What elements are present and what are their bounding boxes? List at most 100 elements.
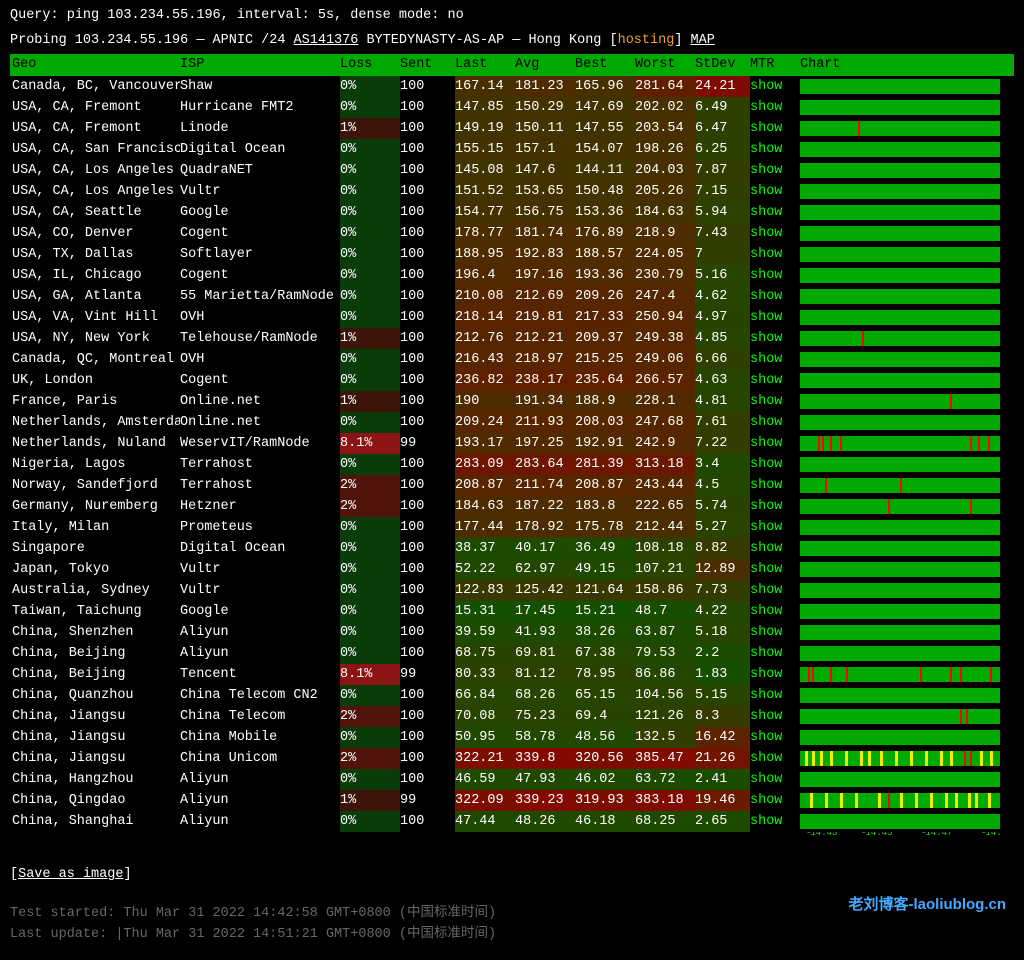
cell-loss: 0% [340, 517, 400, 538]
table-row: China, JiangsuChina Unicom2%100322.21339… [10, 748, 1014, 769]
mtr-show-link[interactable]: show [750, 247, 782, 262]
cell-stdev: 5.74 [695, 496, 750, 517]
mtr-show-link[interactable]: show [750, 541, 782, 556]
cell-isp: Hetzner [180, 496, 340, 517]
mtr-show-link[interactable]: show [750, 373, 782, 388]
cell-last: 154.77 [455, 202, 515, 223]
mtr-show-link[interactable]: show [750, 289, 782, 304]
mtr-show-link[interactable]: show [750, 163, 782, 178]
cell-loss: 0% [340, 685, 400, 706]
ping-chart [800, 163, 1000, 178]
cell-last: 46.59 [455, 769, 515, 790]
mtr-show-link[interactable]: show [750, 646, 782, 661]
mtr-show-link[interactable]: show [750, 394, 782, 409]
mtr-show-link[interactable]: show [750, 478, 782, 493]
cell-loss: 0% [340, 286, 400, 307]
mtr-show-link[interactable]: show [750, 415, 782, 430]
cell-mtr: show [750, 790, 800, 811]
cell-last: 147.85 [455, 97, 515, 118]
mtr-show-link[interactable]: show [750, 205, 782, 220]
mtr-show-link[interactable]: show [750, 436, 782, 451]
watermark: 老刘博客-laoliublog.cn [849, 893, 1007, 914]
mtr-show-link[interactable]: show [750, 79, 782, 94]
cell-loss: 0% [340, 412, 400, 433]
cell-sent: 100 [400, 181, 455, 202]
cell-worst: 132.5 [635, 727, 695, 748]
probe-prefix: Probing 103.234.55.196 — APNIC /24 [10, 33, 294, 48]
cell-worst: 224.05 [635, 244, 695, 265]
mtr-show-link[interactable]: show [750, 583, 782, 598]
cell-sent: 100 [400, 769, 455, 790]
save-as-image-link[interactable]: Save as image [18, 867, 123, 882]
cell-stdev: 2.2 [695, 643, 750, 664]
ping-chart [800, 79, 1000, 94]
cell-sent: 100 [400, 265, 455, 286]
cell-worst: 107.21 [635, 559, 695, 580]
mtr-show-link[interactable]: show [750, 142, 782, 157]
cell-isp: Softlayer [180, 244, 340, 265]
cell-mtr: show [750, 538, 800, 559]
cell-last: 283.09 [455, 454, 515, 475]
cell-avg: 339.23 [515, 790, 575, 811]
map-link[interactable]: MAP [691, 33, 715, 48]
mtr-show-link[interactable]: show [750, 772, 782, 787]
mtr-show-link[interactable]: show [750, 604, 782, 619]
mtr-show-link[interactable]: show [750, 751, 782, 766]
cell-mtr: show [750, 811, 800, 832]
cell-worst: 63.72 [635, 769, 695, 790]
cell-sent: 100 [400, 223, 455, 244]
mtr-show-link[interactable]: show [750, 457, 782, 472]
mtr-show-link[interactable]: show [750, 226, 782, 241]
mtr-show-link[interactable]: show [750, 100, 782, 115]
cell-sent: 100 [400, 811, 455, 832]
cell-geo: Netherlands, Nuland [10, 433, 180, 454]
mtr-show-link[interactable]: show [750, 688, 782, 703]
cell-sent: 100 [400, 580, 455, 601]
cell-geo: Australia, Sydney [10, 580, 180, 601]
mtr-show-link[interactable]: show [750, 562, 782, 577]
cell-geo: China, Jiangsu [10, 748, 180, 769]
ping-chart [800, 310, 1000, 325]
mtr-show-link[interactable]: show [750, 352, 782, 367]
cell-geo: USA, GA, Atlanta [10, 286, 180, 307]
cell-avg: 75.23 [515, 706, 575, 727]
table-row: USA, CA, Los AngelesQuadraNET0%100145.08… [10, 160, 1014, 181]
cell-worst: 266.57 [635, 370, 695, 391]
table-row: China, BeijingTencent8.1%9980.3381.1278.… [10, 664, 1014, 685]
cell-chart [800, 244, 1000, 265]
as-link[interactable]: AS141376 [294, 33, 359, 48]
cell-stdev: 4.62 [695, 286, 750, 307]
mtr-show-link[interactable]: show [750, 709, 782, 724]
cell-best: 144.11 [575, 160, 635, 181]
mtr-show-link[interactable]: show [750, 499, 782, 514]
mtr-show-link[interactable]: show [750, 331, 782, 346]
cell-best: 121.64 [575, 580, 635, 601]
cell-stdev: 6.66 [695, 349, 750, 370]
cell-stdev: 6.25 [695, 139, 750, 160]
bracket-close: ] [123, 867, 131, 882]
cell-avg: 48.26 [515, 811, 575, 832]
mtr-show-link[interactable]: show [750, 121, 782, 136]
cell-loss: 0% [340, 727, 400, 748]
mtr-show-link[interactable]: show [750, 814, 782, 829]
cell-geo: China, Beijing [10, 664, 180, 685]
cell-sent: 100 [400, 160, 455, 181]
cell-loss: 0% [340, 643, 400, 664]
cell-worst: 202.02 [635, 97, 695, 118]
cell-last: 66.84 [455, 685, 515, 706]
mtr-show-link[interactable]: show [750, 667, 782, 682]
mtr-show-link[interactable]: show [750, 268, 782, 283]
cell-chart [800, 223, 1000, 244]
mtr-show-link[interactable]: show [750, 793, 782, 808]
mtr-show-link[interactable]: show [750, 310, 782, 325]
cell-last: 216.43 [455, 349, 515, 370]
mtr-show-link[interactable]: show [750, 730, 782, 745]
cell-avg: 40.17 [515, 538, 575, 559]
cell-avg: 212.21 [515, 328, 575, 349]
cell-worst: 250.94 [635, 307, 695, 328]
mtr-show-link[interactable]: show [750, 184, 782, 199]
cell-geo: Japan, Tokyo [10, 559, 180, 580]
mtr-show-link[interactable]: show [750, 520, 782, 535]
mtr-show-link[interactable]: show [750, 625, 782, 640]
cell-geo: Singapore [10, 538, 180, 559]
